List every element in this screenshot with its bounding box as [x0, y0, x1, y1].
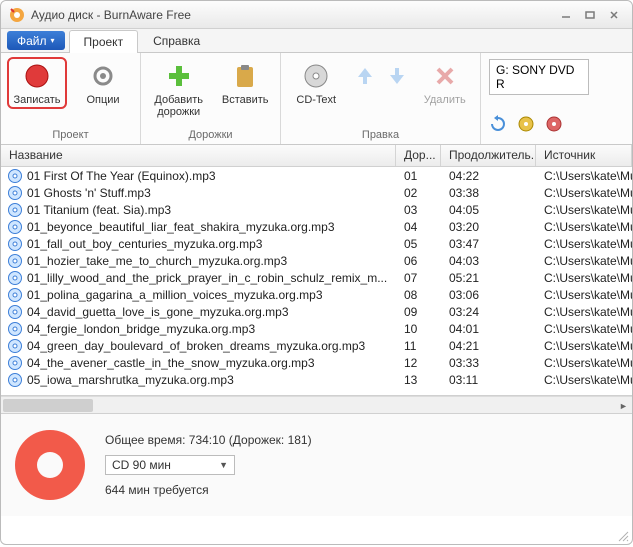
- eject-icon[interactable]: [517, 115, 535, 133]
- table-row[interactable]: 05_iowa_marshrutka_myzuka.org.mp31303:11…: [1, 371, 632, 388]
- table-row[interactable]: 04_green_day_boulevard_of_broken_dreams_…: [1, 337, 632, 354]
- add-tracks-button[interactable]: Добавить дорожки: [147, 57, 210, 121]
- plus-icon: [163, 60, 195, 92]
- footer: Общее время: 734:10 (Дорожек: 181) CD 90…: [1, 414, 632, 516]
- audio-track-icon: [7, 304, 23, 320]
- column-name[interactable]: Название: [1, 145, 396, 166]
- close-button[interactable]: [604, 8, 624, 22]
- audio-track-icon: [7, 338, 23, 354]
- table-row[interactable]: 01_polina_gagarina_a_million_voices_myzu…: [1, 286, 632, 303]
- audio-track-icon: [7, 270, 23, 286]
- file-menu[interactable]: Файл ▾: [7, 31, 65, 50]
- table-row[interactable]: 04_fergie_london_bridge_myzuka.org.mp310…: [1, 320, 632, 337]
- gear-icon: [87, 60, 119, 92]
- paste-icon: [229, 60, 261, 92]
- tab-project[interactable]: Проект: [69, 30, 139, 53]
- refresh-icon[interactable]: [489, 115, 507, 133]
- audio-track-icon: [7, 168, 23, 184]
- options-button[interactable]: Опции: [73, 57, 133, 109]
- disc-type-select[interactable]: CD 90 мин ▼: [105, 455, 235, 475]
- table-row[interactable]: 01_fall_out_boy_centuries_myzuka.org.mp3…: [1, 235, 632, 252]
- drive-panel: G: SONY DVD R: [481, 53, 632, 144]
- menu-bar: Файл ▾ Проект Справка: [1, 29, 632, 53]
- ribbon: Записать Опции Проект Добавить дорожки В…: [1, 53, 632, 145]
- table-row[interactable]: 01_lilly_wood_and_the_prick_prayer_in_c_…: [1, 269, 632, 286]
- arrow-up-icon: [349, 60, 381, 92]
- column-duration[interactable]: Продолжитель...: [441, 145, 536, 166]
- insert-button[interactable]: Вставить: [216, 57, 274, 109]
- maximize-button[interactable]: [580, 8, 600, 22]
- record-icon: [21, 60, 53, 92]
- table-row[interactable]: 04_david_guetta_love_is_gone_myzuka.org.…: [1, 303, 632, 320]
- table-row[interactable]: 04_the_avener_castle_in_the_snow_myzuka.…: [1, 354, 632, 371]
- audio-track-icon: [7, 219, 23, 235]
- arrow-down-icon: [381, 60, 413, 92]
- audio-track-icon: [7, 236, 23, 252]
- tab-help[interactable]: Справка: [138, 29, 215, 52]
- chevron-down-icon: ▾: [51, 36, 55, 45]
- erase-icon[interactable]: [545, 115, 563, 133]
- drive-select[interactable]: G: SONY DVD R: [489, 59, 589, 95]
- scroll-right-icon[interactable]: ►: [615, 397, 632, 414]
- audio-track-icon: [7, 321, 23, 337]
- move-up-button[interactable]: [352, 57, 378, 97]
- group-label-project: Проект: [1, 129, 140, 144]
- horizontal-scrollbar[interactable]: ◄ ►: [1, 396, 632, 413]
- audio-track-icon: [7, 185, 23, 201]
- group-label-edit: Правка: [281, 129, 480, 144]
- audio-track-icon: [7, 253, 23, 269]
- column-track[interactable]: Дор...: [396, 145, 441, 166]
- cdtext-button[interactable]: CD-Text: [287, 57, 346, 109]
- track-list[interactable]: 01 First Of The Year (Equinox).mp30104:2…: [1, 167, 632, 395]
- group-label-tracks: Дорожки: [141, 129, 280, 144]
- audio-track-icon: [7, 202, 23, 218]
- disc-icon: [300, 60, 332, 92]
- file-menu-label: Файл: [17, 34, 47, 48]
- delete-x-icon: [429, 60, 461, 92]
- table-row[interactable]: 01_beyonce_beautiful_liar_feat_shakira_m…: [1, 218, 632, 235]
- audio-track-icon: [7, 372, 23, 388]
- move-down-button[interactable]: [384, 57, 410, 97]
- list-header: Название Дор... Продолжитель... Источник: [1, 145, 632, 167]
- app-icon: [9, 7, 25, 23]
- record-button[interactable]: Записать: [7, 57, 67, 109]
- table-row[interactable]: 01 Ghosts 'n' Stuff.mp30203:38C:\Users\k…: [1, 184, 632, 201]
- total-time-label: Общее время: 734:10 (Дорожек: 181): [105, 433, 312, 447]
- title-bar: Аудио диск - BurnAware Free: [1, 1, 632, 29]
- table-row[interactable]: 01_hozier_take_me_to_church_myzuka.org.m…: [1, 252, 632, 269]
- window-title: Аудио диск - BurnAware Free: [31, 8, 552, 22]
- audio-track-icon: [7, 287, 23, 303]
- table-row[interactable]: 01 First Of The Year (Equinox).mp30104:2…: [1, 167, 632, 184]
- resize-grip[interactable]: [617, 529, 629, 541]
- table-row[interactable]: 01 Titanium (feat. Sia).mp30304:05C:\Use…: [1, 201, 632, 218]
- chevron-down-icon: ▼: [219, 460, 228, 470]
- delete-button[interactable]: Удалить: [416, 57, 475, 109]
- capacity-donut: [15, 430, 85, 500]
- column-source[interactable]: Источник: [536, 145, 632, 166]
- audio-track-icon: [7, 355, 23, 371]
- required-time-label: 644 мин требуется: [105, 483, 312, 497]
- scrollbar-thumb[interactable]: [3, 399, 93, 412]
- minimize-button[interactable]: [556, 8, 576, 22]
